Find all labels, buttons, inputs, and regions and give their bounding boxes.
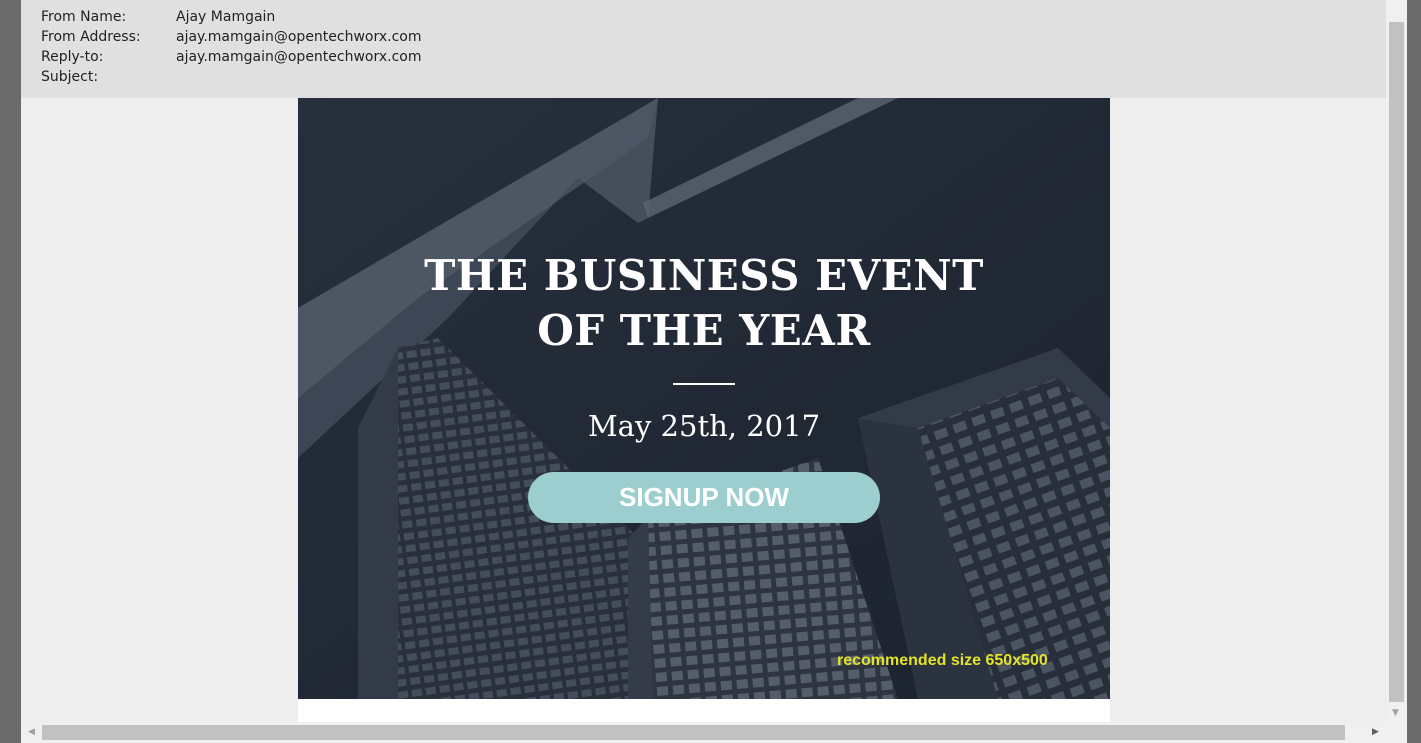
subject-label: Subject: (41, 69, 99, 85)
scroll-right-arrow-icon[interactable]: ▶ (1372, 726, 1379, 738)
scrollbar-corner (1386, 722, 1407, 743)
window-left-edge (0, 0, 21, 743)
vertical-scrollbar[interactable]: ▼ (1386, 0, 1407, 722)
horizontal-scrollbar[interactable]: ◀ ▶ (21, 722, 1386, 743)
skyscraper-photo-icon (298, 98, 1110, 699)
window-right-edge (1407, 0, 1421, 743)
scroll-down-arrow-icon[interactable]: ▼ (1392, 708, 1399, 718)
from-address-value: ajay.mamgain@opentechworx.com (176, 29, 422, 45)
signup-now-button[interactable]: SIGNUP NOW (528, 472, 880, 523)
hero-title-line-1: THE BUSINESS EVENT (424, 251, 984, 300)
event-date: May 25th, 2017 (587, 409, 821, 443)
hero-title: THE BUSINESS EVENT OF THE YEAR (298, 248, 1110, 358)
from-name-value: Ajay Mamgain (176, 9, 276, 25)
recommended-size-note: recommended size 650x500 (837, 652, 1048, 669)
reply-to-value: ajay.mamgain@opentechworx.com (176, 49, 422, 65)
hero-banner: THE BUSINESS EVENT OF THE YEAR May 25th,… (298, 98, 1110, 699)
vertical-scroll-thumb[interactable] (1389, 22, 1404, 702)
hero-title-line-2: OF THE YEAR (537, 306, 871, 355)
email-header: From Name: Ajay Mamgain From Address: aj… (21, 0, 1386, 98)
scroll-left-arrow-icon[interactable]: ◀ (28, 726, 35, 738)
hero-divider (673, 383, 735, 385)
reply-to-label: Reply-to: (41, 49, 104, 65)
from-name-label: From Name: (41, 9, 127, 25)
email-body: THE BUSINESS EVENT OF THE YEAR May 25th,… (298, 98, 1110, 722)
from-address-label: From Address: (41, 29, 141, 45)
email-preview-viewport: From Name: Ajay Mamgain From Address: aj… (21, 0, 1386, 722)
horizontal-scroll-thumb[interactable] (42, 725, 1345, 740)
